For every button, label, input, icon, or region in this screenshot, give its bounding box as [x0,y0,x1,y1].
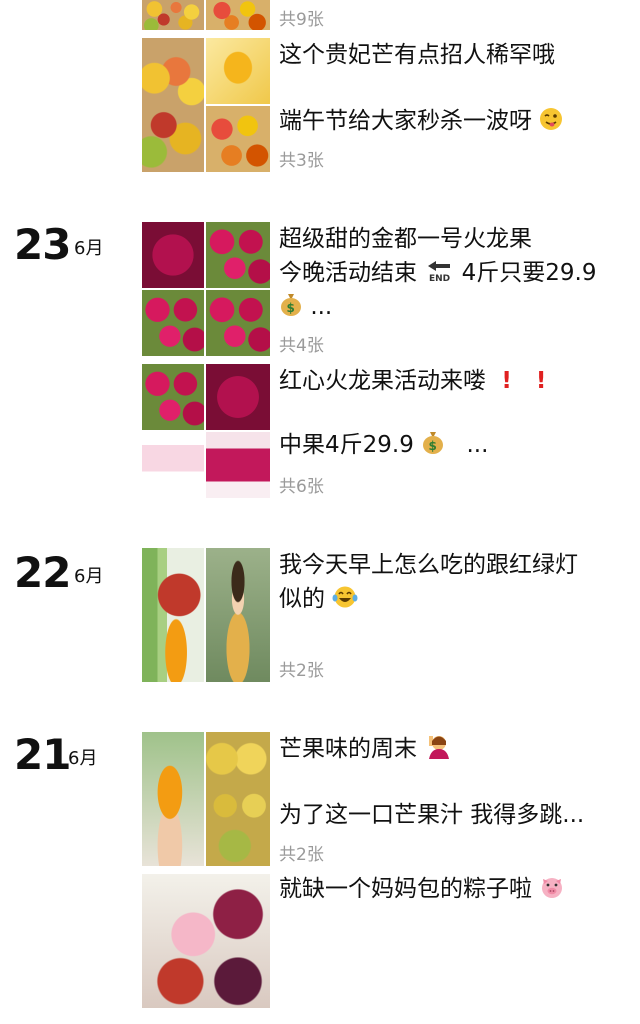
post-image[interactable] [206,38,270,104]
post-image[interactable] [142,874,270,1008]
post-image[interactable] [142,732,204,866]
post-text[interactable]: 我今天早上怎么吃的跟红绿灯 [279,548,578,582]
pig-face-icon [539,875,565,909]
post-image[interactable] [206,290,270,356]
date-month: 6月 [74,566,104,587]
date-day: 21 [14,730,71,779]
image-count: 共4张 [279,336,324,356]
winking-face-tongue-icon [539,107,563,141]
post-image[interactable] [142,290,204,356]
date-month: 6月 [74,238,104,259]
post-text[interactable]: 为了这一口芒果汁 我得多跳... [279,798,584,832]
tears-of-joy-face-icon [332,585,358,619]
post-image[interactable] [206,222,270,288]
red-exclamation-icon: ! ! [493,368,547,394]
post-text[interactable]: 红心火龙果活动来喽 ! ! [279,364,546,398]
date-month: 6月 [68,748,98,769]
svg-text:$: $ [287,301,295,315]
post-text[interactable]: 就缺一个妈妈包的粽子啦 [279,872,565,909]
svg-text:$: $ [429,439,437,453]
post-text[interactable]: 端午节给大家秒杀一波呀 [279,104,563,141]
post-image[interactable] [206,364,270,430]
post-image[interactable] [206,548,270,682]
post-image[interactable] [206,106,270,172]
post-text[interactable]: $ ... [279,290,332,327]
post-image[interactable] [142,222,204,288]
post-image[interactable] [206,0,270,30]
post-text[interactable]: 芒果味的周末 [279,732,450,769]
post-image[interactable] [142,432,204,498]
date-day: 23 [14,220,71,269]
date-day: 22 [14,548,71,597]
post-text[interactable]: 今晚活动结束 END 4斤只要29.9 [279,256,596,293]
image-count: 共6张 [279,477,324,497]
image-count: 共2张 [279,661,324,681]
money-bag-icon: $ [421,429,445,465]
image-count: 共3张 [279,151,324,171]
post-text[interactable]: 这个贵妃芒有点招人稀罕哦 [279,38,555,72]
image-count: 共9张 [279,10,324,30]
post-text[interactable]: 超级甜的金都一号火龙果 [279,222,532,256]
post-text[interactable]: 似的 [279,582,358,619]
post-image[interactable] [142,0,204,30]
person-raising-hand-icon [424,733,450,769]
post-image[interactable] [206,432,270,498]
end-arrow-icon: END [424,259,454,293]
post-image[interactable] [142,364,204,430]
post-image[interactable] [206,732,270,866]
svg-text:END: END [429,274,450,283]
post-image[interactable] [142,38,204,172]
post-text[interactable]: 中果4斤29.9 $ ... [279,428,488,465]
post-image[interactable] [142,548,204,682]
money-bag-icon: $ [279,291,303,327]
image-count: 共2张 [279,845,324,865]
